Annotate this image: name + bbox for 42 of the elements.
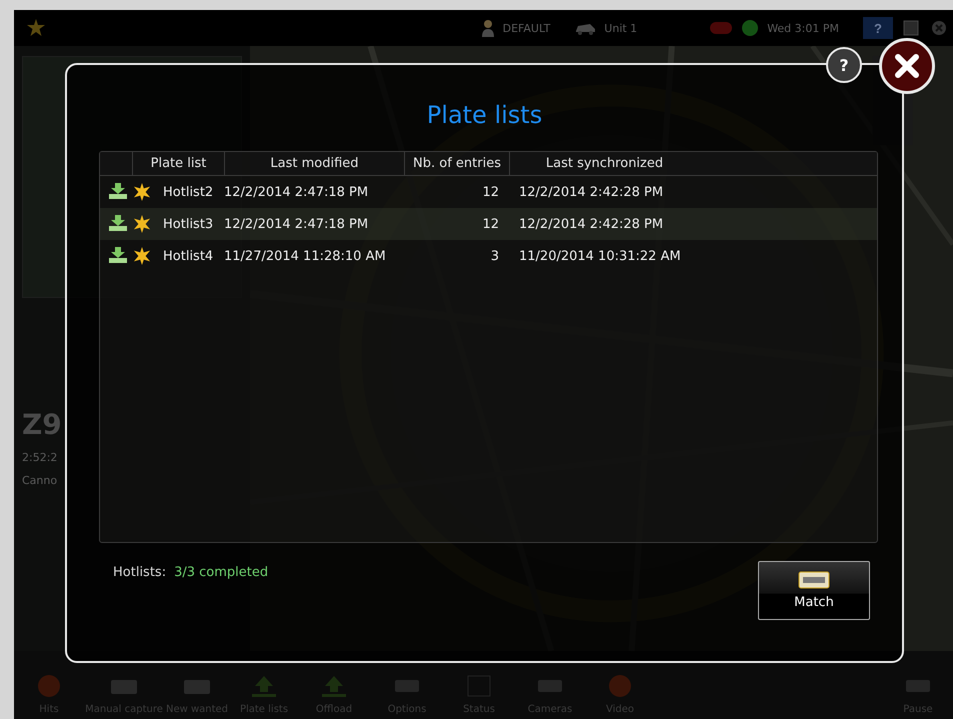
table-cell-text: 12/2/2014 2:47:18 PM [224, 184, 370, 200]
table-row[interactable]: Hotlist4 11/27/2014 11:28:10 AM 3 11/20/2014 10:31:22 AM [100, 240, 877, 272]
table-row[interactable]: Hotlist2 12/2/2014 2:47:18 PM 12 12/2/2014 2:42:28 PM [100, 176, 877, 208]
star-icon [133, 215, 151, 233]
help-button[interactable]: ? [863, 17, 893, 39]
star-icon [133, 247, 151, 265]
dialog-title: Plate lists [426, 101, 542, 131]
table-cell-text: Hotlist2 [163, 184, 214, 200]
table-cell-text: 12/2/2014 2:42:28 PM [518, 184, 664, 200]
unit-name: Unit 1 [604, 22, 638, 34]
table-cell-text: 11/20/2014 10:31:22 AM [518, 248, 682, 264]
star-logo-icon [26, 18, 46, 38]
window-icon[interactable] [901, 18, 921, 38]
column-header[interactable]: Last synchronized [509, 152, 699, 175]
car-icon [574, 21, 596, 35]
user-icon [480, 19, 495, 37]
column-header[interactable]: Last modified [224, 152, 404, 175]
table-cell-text: 12 [481, 216, 500, 232]
plate-number: Z9 [22, 408, 62, 441]
column-header[interactable]: Plate list [132, 152, 224, 175]
match-button[interactable]: Match [758, 561, 870, 620]
close-icon[interactable] [929, 18, 949, 38]
user-name: DEFAULT [502, 22, 550, 34]
table-cell-text: 12/2/2014 2:42:28 PM [518, 216, 664, 232]
summary-label: Hotlists: [113, 565, 166, 580]
table-row[interactable]: Hotlist3 12/2/2014 2:47:18 PM 12 12/2/2014 2:42:28 PM [100, 208, 877, 240]
summary-status: 3/3 completed [174, 565, 268, 580]
capture-time: 2:52:2 [22, 451, 58, 464]
tray-icon[interactable] [249, 674, 279, 698]
table-cell-text: Hotlist3 [163, 216, 214, 232]
alert-icon [709, 21, 734, 35]
address-text: Canno [22, 474, 58, 487]
table-cell-text: Hotlist4 [163, 248, 214, 264]
close-icon [892, 51, 922, 81]
table-cell-text: 11/27/2014 11:28:10 AM [224, 248, 387, 264]
table-cell-text: 3 [490, 248, 500, 264]
table-cell-text: 12/2/2014 2:47:18 PM [224, 216, 370, 232]
column-header[interactable]: Nb. of entries [404, 152, 509, 175]
table-cell-text: 12 [481, 184, 500, 200]
plate-icon [798, 571, 830, 589]
star-icon [133, 183, 151, 201]
clock: Wed 3:01 PM [767, 22, 839, 34]
